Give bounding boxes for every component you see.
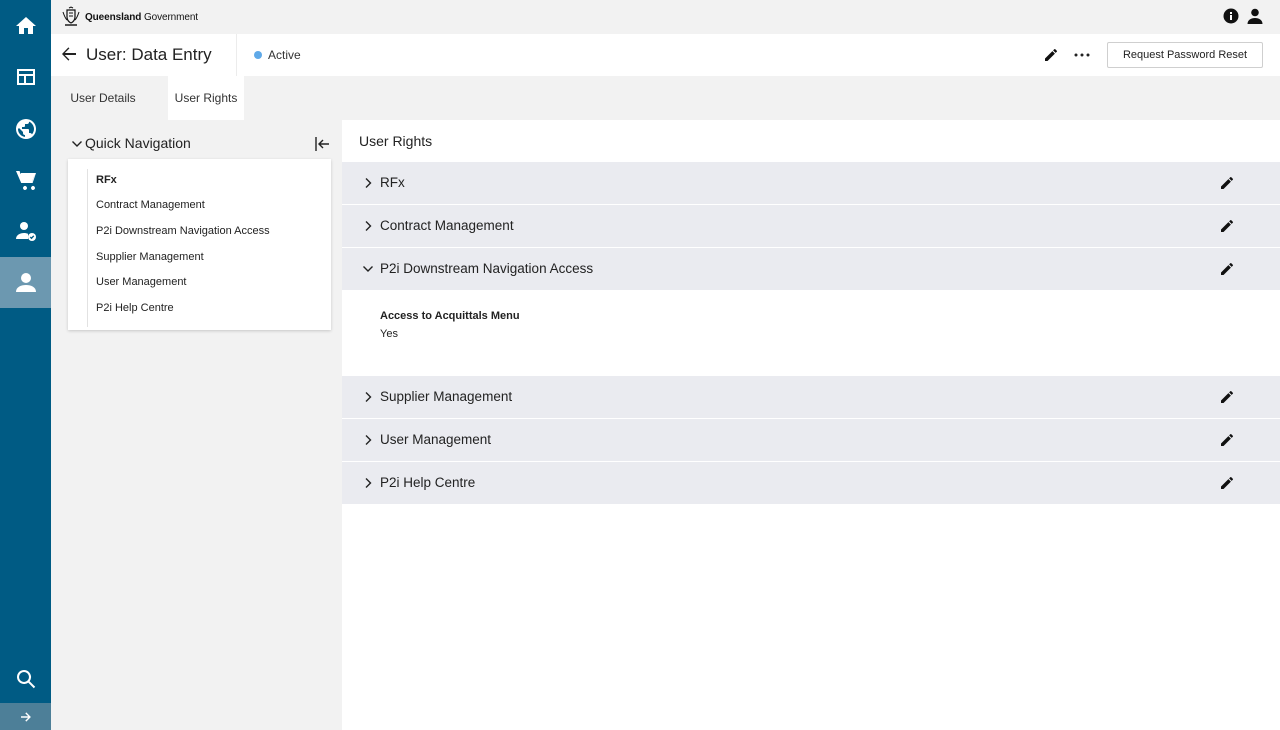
rail-item-home[interactable] (0, 0, 51, 51)
section-user-management[interactable]: User Management (342, 419, 1280, 461)
quick-nav-item-p2i-downstream[interactable]: P2i Downstream Navigation Access (96, 225, 270, 237)
section-label: P2i Downstream Navigation Access (380, 261, 594, 276)
quick-navigation-list: RFx Contract Management P2i Downstream N… (68, 159, 331, 330)
quick-navigation-header: Quick Navigation (68, 133, 332, 155)
back-arrow-icon[interactable] (61, 46, 77, 62)
section-contract-management[interactable]: Contract Management (342, 205, 1280, 247)
section-label: RFx (380, 175, 405, 190)
chevron-right-icon (365, 221, 372, 231)
queensland-government-logo[interactable]: Queensland Government (60, 6, 198, 28)
brand-suffix: Government (143, 11, 198, 23)
edit-pencil-icon[interactable] (1219, 432, 1235, 448)
more-options-icon[interactable] (1073, 47, 1091, 63)
chevron-right-icon (365, 435, 372, 445)
status-badge: Active (254, 48, 301, 62)
user-icon (15, 272, 36, 292)
rail-item-users[interactable] (0, 257, 51, 308)
rail-item-cart[interactable] (0, 154, 51, 205)
section-p2i-help-centre[interactable]: P2i Help Centre (342, 462, 1280, 504)
section-p2i-downstream-navigation-access[interactable]: P2i Downstream Navigation Access (342, 248, 1280, 290)
tab-user-rights[interactable]: User Rights (168, 76, 244, 120)
edit-pencil-icon[interactable] (1043, 47, 1059, 63)
status-label: Active (268, 48, 301, 62)
info-icon[interactable] (1223, 8, 1239, 24)
tab-bar: User Details User Rights (51, 76, 1280, 120)
section-rfx[interactable]: RFx (342, 162, 1280, 204)
quick-nav-item-rfx[interactable]: RFx (96, 174, 117, 186)
side-rail (0, 0, 51, 730)
quick-nav-item-contract-management[interactable]: Contract Management (96, 199, 205, 211)
tab-user-details[interactable]: User Details (63, 76, 143, 120)
rail-item-dashboard[interactable] (0, 51, 51, 102)
rail-expand-button[interactable] (0, 703, 51, 730)
edit-pencil-icon[interactable] (1219, 218, 1235, 234)
globe-icon (15, 118, 36, 139)
request-password-reset-button[interactable]: Request Password Reset (1107, 42, 1263, 68)
edit-pencil-icon[interactable] (1219, 389, 1235, 405)
section-label: P2i Help Centre (380, 475, 476, 490)
top-strip: Queensland Government (51, 0, 1280, 34)
section-label: Supplier Management (380, 389, 513, 404)
section-supplier-management[interactable]: Supplier Management (342, 376, 1280, 418)
account-icon[interactable] (1247, 8, 1263, 24)
rail-item-user-approvals[interactable] (0, 205, 51, 256)
quick-navigation-title: Quick Navigation (85, 135, 191, 151)
arrow-right-icon (20, 711, 31, 722)
edit-pencil-icon[interactable] (1219, 175, 1235, 191)
panel-title: User Rights (359, 133, 433, 149)
rail-item-search[interactable] (0, 653, 51, 704)
chevron-right-icon (365, 478, 372, 488)
edit-pencil-icon[interactable] (1219, 261, 1235, 277)
brand-name: Queensland (85, 11, 142, 23)
section-label: Contract Management (380, 218, 514, 233)
status-dot (254, 51, 262, 59)
search-icon (16, 669, 35, 688)
chevron-right-icon (365, 178, 372, 188)
chevron-down-icon (363, 266, 373, 272)
cart-icon (15, 170, 36, 190)
coat-of-arms-icon (62, 6, 80, 26)
nav-guide-line (87, 169, 88, 327)
dashboard-icon (16, 68, 35, 85)
edit-pencil-icon[interactable] (1219, 475, 1235, 491)
quick-nav-item-supplier-management[interactable]: Supplier Management (96, 251, 204, 263)
field-label: Access to Acquittals Menu (380, 310, 520, 322)
divider (236, 34, 237, 76)
page-header: User: Data Entry Active Request Password… (51, 34, 1280, 76)
field-value: Yes (380, 328, 398, 340)
page-title: User: Data Entry (86, 45, 212, 64)
collapse-panel-icon[interactable] (314, 136, 330, 152)
quick-nav-item-user-management[interactable]: User Management (96, 276, 187, 288)
section-content: Access to Acquittals Menu Yes (342, 290, 1280, 376)
section-label: User Management (380, 432, 492, 447)
home-icon (15, 16, 36, 34)
rail-item-globe[interactable] (0, 103, 51, 154)
chevron-right-icon (365, 392, 372, 402)
chevron-down-icon[interactable] (71, 138, 83, 150)
user-check-icon (15, 221, 36, 241)
quick-nav-item-p2i-help-centre[interactable]: P2i Help Centre (96, 302, 174, 314)
user-rights-panel: User Rights RFx Contract Management P2i … (342, 120, 1280, 730)
